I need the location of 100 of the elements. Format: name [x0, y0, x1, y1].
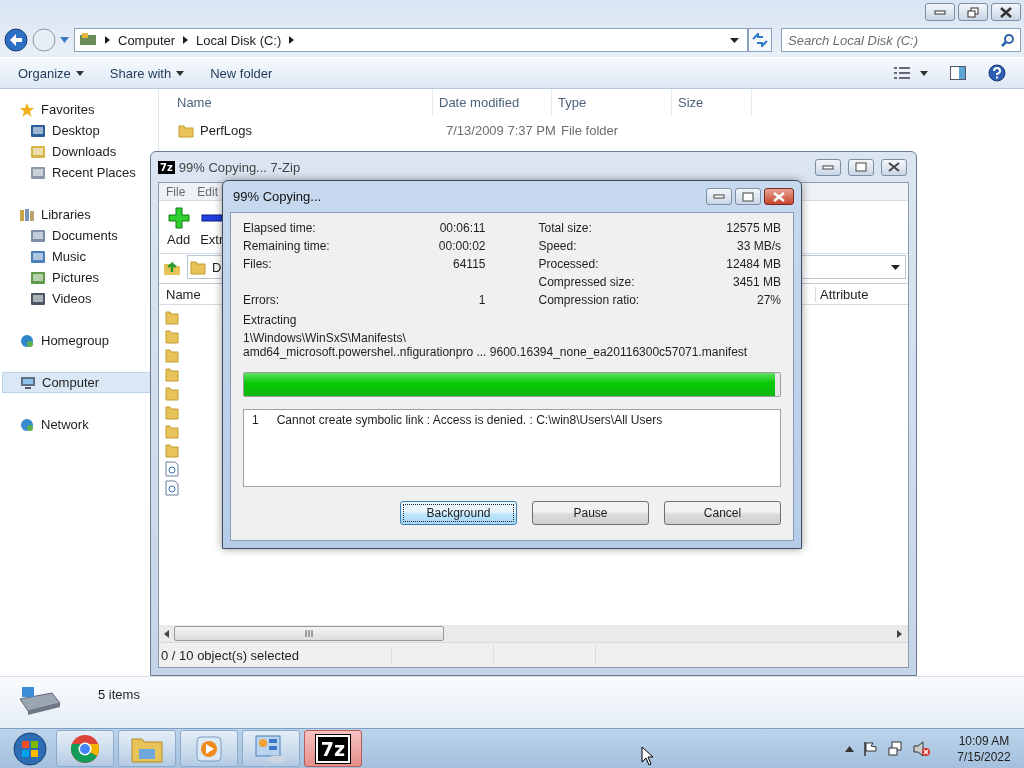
chevron-icon	[289, 36, 295, 44]
log-number: 1	[252, 413, 259, 427]
plus-icon	[167, 207, 190, 229]
sidebar-item[interactable]: Music	[0, 246, 150, 267]
maximize-icon	[742, 191, 754, 202]
stat-value: 1	[478, 293, 486, 307]
item-count: 5 items	[98, 687, 140, 702]
folder-icon	[165, 384, 179, 401]
folder-icon	[165, 308, 179, 325]
close-button[interactable]	[991, 3, 1021, 21]
toolbar-button[interactable]: Add	[165, 207, 193, 247]
chevron-icon	[183, 36, 189, 44]
sidebar-item[interactable]: Videos	[0, 288, 150, 309]
taskbar-app[interactable]	[118, 730, 176, 767]
scroll-right-icon	[897, 629, 903, 638]
drive-icon	[18, 685, 62, 715]
folder-icon	[165, 422, 179, 439]
toolbar-button[interactable]: Share with	[99, 61, 195, 85]
stat-label: Speed:	[538, 239, 577, 253]
column-header[interactable]: Date modified	[433, 89, 552, 116]
restore-button[interactable]	[958, 3, 988, 21]
app-logo: 7z	[158, 160, 175, 174]
taskbar-app[interactable]	[180, 730, 238, 767]
breadcrumb-item[interactable]: Computer	[118, 32, 176, 48]
taskbar-app[interactable]: 7z	[304, 730, 362, 767]
close-icon	[773, 191, 785, 202]
folder-icon	[178, 123, 194, 138]
sidebar-item[interactable]: Pictures	[0, 267, 150, 288]
menu-item[interactable]: File	[166, 184, 186, 199]
stat-label: Elapsed time:	[243, 221, 316, 235]
breadcrumb-item[interactable]: Local Disk (C:)	[196, 32, 282, 48]
stat-value: 00:00:02	[438, 239, 486, 253]
status-text: 0 / 10 object(s) selected	[159, 647, 392, 663]
sidebar-item[interactable]: Downloads	[0, 141, 150, 162]
table-cell: File folder	[561, 123, 619, 138]
column-header[interactable]: Size	[672, 89, 752, 116]
forward-circle-icon	[32, 28, 56, 52]
stat-label: Compressed size:	[538, 275, 635, 289]
clock[interactable]: 10:09 AM 7/15/2022	[954, 732, 1014, 765]
restore-icon	[967, 6, 979, 18]
maximize-icon	[855, 162, 867, 172]
pane-icon	[950, 66, 966, 80]
close-button[interactable]	[881, 158, 907, 176]
stat-value: 12484 MB	[726, 257, 781, 271]
column-header[interactable]: Attribute	[816, 286, 908, 302]
minimize-button[interactable]	[925, 3, 955, 21]
dropdown-caret-icon	[891, 264, 900, 270]
address-bar[interactable]: Computer Local Disk (C:)	[74, 28, 748, 52]
dialog-button[interactable]: Background	[400, 501, 517, 525]
item-icon	[30, 227, 46, 244]
item-icon	[30, 269, 46, 286]
dialog-button[interactable]: Cancel	[664, 501, 781, 525]
close-icon	[888, 162, 900, 172]
sidebar-item[interactable]: Recent Places	[0, 162, 150, 183]
minimize-button[interactable]	[815, 158, 841, 176]
search-field[interactable]: Search Local Disk (C:)	[781, 28, 1021, 52]
network-icon[interactable]	[888, 740, 904, 757]
sidebar-item[interactable]: Computer	[2, 372, 152, 393]
window-title: 99% Copying... 7-Zip	[178, 159, 301, 175]
stat-label: Processed:	[538, 257, 599, 271]
file-name[interactable]: PerfLogs	[200, 123, 253, 138]
refresh-button[interactable]	[748, 28, 772, 52]
stat-value: 3451 MB	[732, 275, 781, 289]
globe-icon	[19, 416, 35, 433]
close-button[interactable]	[764, 188, 794, 205]
show-hidden-icons-caret[interactable]	[845, 745, 854, 752]
taskbar-app[interactable]	[56, 730, 114, 767]
toolbar-button[interactable]: New folder	[200, 61, 283, 85]
mouse-cursor-icon	[641, 745, 655, 766]
item-icon	[30, 122, 46, 139]
sidebar-item[interactable]: Homegroup	[0, 330, 150, 351]
folder-icon	[165, 441, 179, 458]
taskbar-app[interactable]	[242, 730, 300, 767]
sidebar-item[interactable]: Desktop	[0, 120, 150, 141]
muted-speaker-icon[interactable]	[913, 740, 931, 757]
people-icon	[19, 332, 35, 349]
dialog-button[interactable]: Pause	[532, 501, 649, 525]
sidebar-item[interactable]: Network	[0, 414, 150, 435]
item-icon	[30, 164, 46, 181]
column-header[interactable]: Type	[552, 89, 672, 116]
file-path: 1\Windows\WinSxS\Manifests\	[243, 331, 407, 345]
folder-icon	[165, 403, 179, 420]
toolbar-button[interactable]: Organize	[8, 61, 94, 85]
sidebar-item[interactable]: Libraries	[0, 204, 150, 225]
flag-icon[interactable]	[863, 740, 879, 757]
menu-item[interactable]: Edit	[197, 184, 219, 199]
horizontal-scrollbar[interactable]	[159, 625, 908, 642]
stat-value: 64115	[453, 257, 486, 271]
back-button[interactable]	[3, 27, 29, 53]
operation-label: Extracting	[243, 312, 298, 329]
sidebar-item[interactable]: Favorites	[0, 99, 150, 120]
sidebar-item[interactable]: Documents	[0, 225, 150, 246]
maximize-button[interactable]	[848, 158, 874, 176]
app-logo: 7z	[315, 734, 351, 763]
column-header[interactable]: Name	[159, 89, 433, 116]
file-path: amd64_microsoft.powershel..nfigurationpro ... 9600.16394_none_ea20116300c57071.manifest	[243, 345, 749, 359]
minimize-button[interactable]	[706, 188, 732, 205]
toolbar-button[interactable]: Extr	[198, 207, 226, 247]
item-icon	[30, 248, 46, 265]
scrollbar-thumb[interactable]	[174, 626, 444, 641]
